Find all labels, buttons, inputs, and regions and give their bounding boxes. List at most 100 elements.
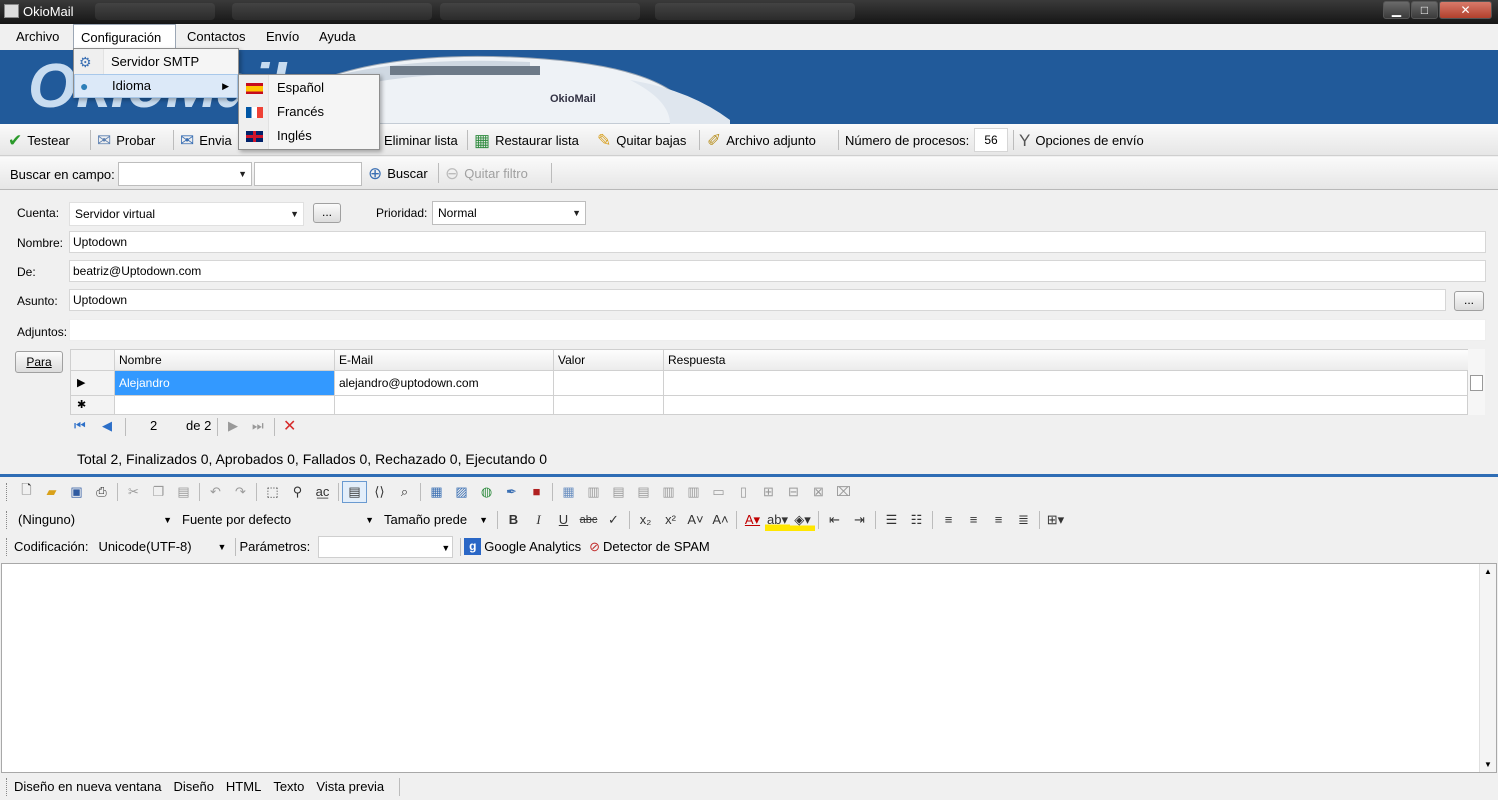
font-color-icon[interactable]: A▾ [740,509,765,531]
strikethrough-icon[interactable]: abc [576,509,601,531]
spellcheck-icon[interactable]: a͟c [310,481,335,503]
quitar-bajas-button[interactable]: ✎ Quitar bajas [597,124,686,156]
increase-font-icon[interactable]: A˄ [708,509,733,531]
spam-detector-button[interactable]: ⊘ Detector de SPAM [589,539,710,555]
col-email-header[interactable]: E-Mail [335,350,554,371]
table-delete-icon[interactable]: ⌧ [831,481,856,503]
outdent-icon[interactable]: ⇤ [822,509,847,531]
tab-html[interactable]: HTML [226,779,261,794]
archivo-adjunto-button[interactable]: ✐ Archivo adjunto [707,124,816,156]
insert-col-left-icon[interactable]: ▥ [656,481,681,503]
style-select[interactable]: (Ninguno) ▼ [14,509,174,531]
col-nombre-header[interactable]: Nombre [115,350,335,371]
table-row-valor[interactable] [554,371,664,396]
adjuntos-field[interactable] [69,319,1486,341]
lang-ingles[interactable]: Inglés [239,124,379,148]
paste-icon[interactable]: ▤ [171,481,196,503]
col-respuesta-header[interactable]: Respuesta [664,350,1468,371]
page-number-input[interactable]: 2 [150,418,157,433]
highlight-icon[interactable]: ab▾ [765,508,790,531]
anchor-icon[interactable]: ✒ [499,481,524,503]
menu-contactos[interactable]: Contactos [180,24,253,50]
redo-icon[interactable]: ↷ [228,481,253,503]
merge-cells-icon[interactable]: ⊞ [756,481,781,503]
design-view-icon[interactable]: ▤ [342,480,367,503]
menu-idioma[interactable]: ● Idioma ▶ [74,74,238,98]
eliminar-lista-button[interactable]: Eliminar lista [384,124,458,156]
menu-configuracion[interactable]: Configuración [73,24,176,50]
cell-props-icon[interactable]: ⊠ [806,481,831,503]
cut-icon[interactable]: ✂ [121,481,146,503]
procesos-input[interactable]: 56 [974,128,1008,152]
tab-nueva-ventana[interactable]: Diseño en nueva ventana [14,779,161,794]
preview-icon[interactable]: ⌕ [392,481,417,503]
align-left-icon[interactable]: ≡ [936,509,961,531]
size-select[interactable]: Tamaño prede ▼ [380,509,490,531]
encoding-select[interactable]: Unicode(UTF-8) ▼ [94,536,228,558]
italic-icon[interactable]: I [526,509,551,531]
cuenta-select[interactable]: Servidor virtual ▼ [69,202,304,226]
table-row-email[interactable]: alejandro@uptodown.com [335,371,554,396]
delete-col-icon[interactable]: ▯ [731,481,756,503]
spell-icon[interactable]: ✓ [601,509,626,531]
delete-row-icon[interactable]: ▭ [706,481,731,503]
minimize-button[interactable]: ▁ [1383,1,1410,19]
insert-table-icon[interactable]: ▦ [556,481,581,503]
search-field-select[interactable]: ▼ [118,162,252,186]
buscar-button[interactable]: ⊕ Buscar [368,157,428,190]
insert-row-above-icon[interactable]: ▤ [606,481,631,503]
decrease-font-icon[interactable]: A˅ [683,509,708,531]
last-page-icon[interactable]: ⏭ [252,418,264,434]
google-analytics-button[interactable]: g Google Analytics [464,538,581,555]
borders-icon[interactable]: ⊞▾ [1043,509,1068,531]
asunto-field[interactable]: Uptodown [69,289,1446,311]
font-select[interactable]: Fuente por defecto ▼ [178,509,376,531]
row-current-marker[interactable]: ▶ [71,371,115,396]
params-select[interactable]: ▼ [318,535,454,558]
print-icon[interactable]: ⎙ [89,481,114,503]
quitar-filtro-button[interactable]: ⊖ Quitar filtro [445,157,528,190]
bullet-list-icon[interactable]: ☰ [879,509,904,531]
menu-servidor-smtp[interactable]: ⚙ Servidor SMTP [74,50,238,74]
justify-icon[interactable]: ≣ [1011,509,1036,531]
table-icon[interactable]: ▦ [424,481,449,503]
flash-icon[interactable]: ■ [524,481,549,503]
col-valor-header[interactable]: Valor [554,350,664,371]
copy-icon[interactable]: ❐ [146,481,171,503]
grid-scrollbar[interactable] [1468,349,1485,415]
fill-color-icon[interactable]: ◈▾ [790,508,815,531]
split-cells-icon[interactable]: ⊟ [781,481,806,503]
nombre-field[interactable]: Uptodown [69,231,1486,253]
tab-vista-previa[interactable]: Vista previa [316,779,384,794]
cuenta-more-button[interactable]: ... [313,203,341,223]
html-editor[interactable]: ▲ ▼ [1,563,1497,773]
tab-diseno[interactable]: Diseño [173,779,213,794]
row-new-marker[interactable]: ✱ [71,396,115,415]
para-button[interactable]: Para [15,351,63,373]
underline-icon[interactable]: U [551,509,576,531]
save-icon[interactable]: ▣ [64,481,89,503]
editor-scrollbar[interactable]: ▲ ▼ [1479,564,1496,772]
insert-col-right-icon[interactable]: ▥ [681,481,706,503]
image-icon[interactable]: ▨ [449,481,474,503]
opciones-envio-button[interactable]: Y Opciones de envío [1019,124,1144,156]
delete-icon[interactable]: ✕ [283,416,296,436]
prioridad-select[interactable]: Normal ▼ [432,201,586,225]
testear-button[interactable]: ✔ Testear [8,124,70,156]
menu-archivo[interactable]: Archivo [9,24,66,50]
new-doc-icon[interactable]: 🗋 [14,481,39,503]
open-folder-icon[interactable]: ▰ [39,481,64,503]
html-view-icon[interactable]: ⟨⟩ [367,481,392,503]
indent-icon[interactable]: ⇥ [847,509,872,531]
first-page-icon[interactable]: ⏮ [74,418,86,434]
table-props-icon[interactable]: ▥ [581,481,606,503]
search-input[interactable] [254,162,362,186]
asunto-more-button[interactable]: ... [1454,291,1484,311]
tab-texto[interactable]: Texto [273,779,304,794]
table-row-respuesta[interactable] [664,371,1468,396]
menu-ayuda[interactable]: Ayuda [312,24,363,50]
restaurar-lista-button[interactable]: ▦ Restaurar lista [474,124,579,156]
align-right-icon[interactable]: ≡ [986,509,1011,531]
maximize-button[interactable]: □ [1411,1,1438,19]
enviar-button[interactable]: ✉ Envia [180,124,232,156]
